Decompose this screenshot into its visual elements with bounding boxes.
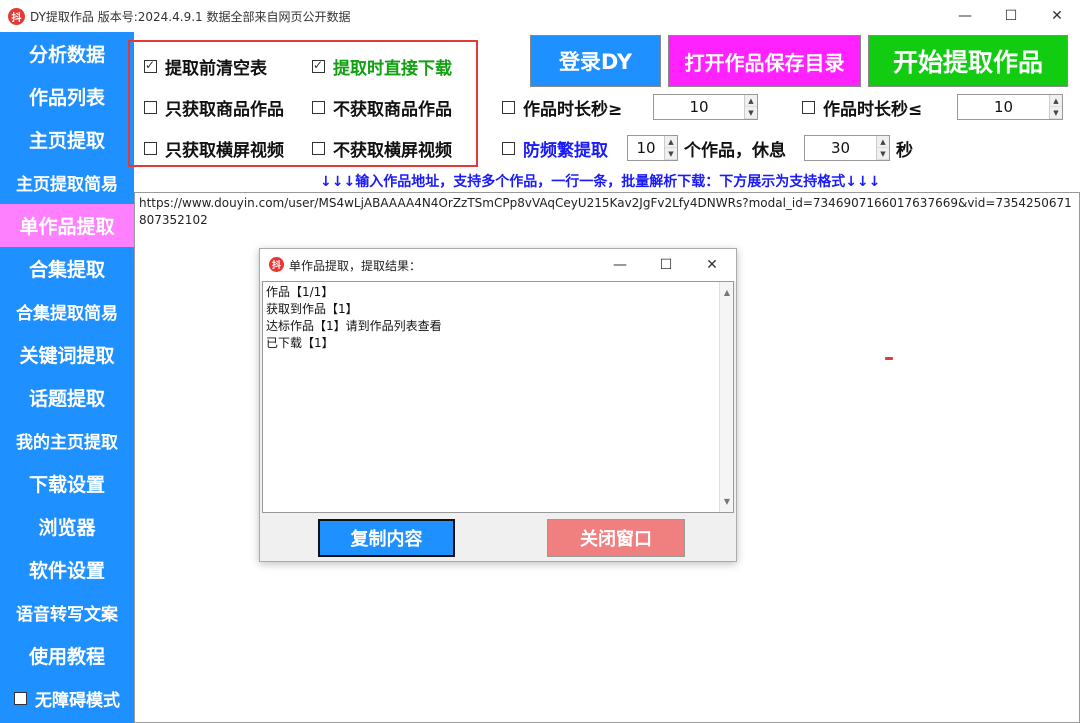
window-title: DY提取作品 版本号:2024.4.9.1 数据全部来自网页公开数据 xyxy=(30,10,351,24)
arrow-up-icon[interactable]: ▲ xyxy=(665,136,677,148)
dialog-minimize-button[interactable]: — xyxy=(597,249,643,281)
anti-freq-rest-stepper[interactable]: 30 ▲ ▼ xyxy=(804,135,890,161)
start-extract-button[interactable]: 开始提取作品 xyxy=(868,35,1068,87)
checkbox-icon xyxy=(502,142,515,155)
close-icon: ✕ xyxy=(1051,8,1063,24)
window-titlebar: 抖 DY提取作品 版本号:2024.4.9.1 数据全部来自网页公开数据 — ☐… xyxy=(0,0,1080,32)
open-save-dir-button[interactable]: 打开作品保存目录 xyxy=(668,35,861,87)
only-landscape-label: 只获取横屏视频 xyxy=(165,141,284,161)
duration-max-stepper[interactable]: 10 ▲ ▼ xyxy=(957,94,1063,120)
close-button[interactable]: ✕ xyxy=(1034,0,1080,32)
sidebar-item-topic-extract[interactable]: 话题提取 xyxy=(0,376,134,419)
sidebar-item-software-settings[interactable]: 软件设置 xyxy=(0,548,134,591)
app-logo-icon: 抖 xyxy=(269,257,284,272)
arrow-down-icon[interactable]: ▼ xyxy=(1050,107,1062,119)
checkbox-icon xyxy=(502,101,515,114)
arrow-up-icon[interactable]: ▲ xyxy=(745,95,757,107)
duration-min-stepper[interactable]: 10 ▲ ▼ xyxy=(653,94,758,120)
anti-freq-count-value: 10 xyxy=(636,139,656,157)
sidebar-item-analysis[interactable]: 分析数据 xyxy=(0,32,134,75)
result-dialog: 抖 单作品提取，提取结果： — ☐ ✕ 作品【1/1】 获取到作品【1】 达标作… xyxy=(259,248,737,562)
anti-freq-rest-value: 30 xyxy=(830,139,851,157)
clear-before-label: 提取前清空表 xyxy=(165,59,267,79)
dialog-scrollbar[interactable]: ▲ ▼ xyxy=(719,282,733,512)
anti-freq-mid-label: 个作品，休息 xyxy=(684,141,786,161)
arrow-down-icon[interactable]: ▼ xyxy=(745,107,757,119)
sidebar-item-home-extract[interactable]: 主页提取 xyxy=(0,118,134,161)
sidebar-item-my-home-extract[interactable]: 我的主页提取 xyxy=(0,419,134,462)
duration-min-checkbox[interactable]: 作品时长秒≥ xyxy=(502,95,622,120)
sidebar-item-keyword-extract[interactable]: 关键词提取 xyxy=(0,333,134,376)
sidebar-item-download-settings[interactable]: 下载设置 xyxy=(0,462,134,505)
checkbox-checked-icon xyxy=(312,58,325,73)
sidebar-item-works-list[interactable]: 作品列表 xyxy=(0,75,134,118)
duration-min-value: 10 xyxy=(689,98,709,116)
sidebar-item-single-extract[interactable]: 单作品提取 xyxy=(0,204,134,247)
dialog-result-text[interactable]: 作品【1/1】 获取到作品【1】 达标作品【1】请到作品列表查看 已下载【1】 … xyxy=(262,281,734,513)
close-window-button[interactable]: 关闭窗口 xyxy=(547,519,685,557)
copy-content-button[interactable]: 复制内容 xyxy=(318,519,455,557)
result-line: 达标作品【1】请到作品列表查看 xyxy=(266,319,442,333)
only-landscape-checkbox[interactable]: 只获取横屏视频 xyxy=(144,136,284,161)
arrow-down-icon[interactable]: ▼ xyxy=(877,148,889,160)
duration-max-value: 10 xyxy=(993,98,1014,116)
download-direct-checkbox[interactable]: 提取时直接下载 xyxy=(312,54,452,79)
dialog-close-button[interactable]: ✕ xyxy=(689,249,735,281)
sidebar: 分析数据 作品列表 主页提取 主页提取简易 单作品提取 合集提取 合集提取简易 … xyxy=(0,32,134,723)
no-goods-label: 不获取商品作品 xyxy=(333,100,452,120)
only-goods-checkbox[interactable]: 只获取商品作品 xyxy=(144,95,284,120)
duration-min-label: 作品时长秒≥ xyxy=(523,100,623,120)
anti-freq-unit-label: 秒 xyxy=(896,141,913,161)
clear-before-checkbox[interactable]: 提取前清空表 xyxy=(144,54,267,79)
checkbox-icon xyxy=(802,101,815,114)
checkbox-icon xyxy=(144,142,157,155)
minimize-icon: — xyxy=(613,257,627,273)
maximize-icon: ☐ xyxy=(1004,8,1018,24)
result-line: 作品【1/1】 xyxy=(266,285,334,299)
duration-max-label: 作品时长秒≤ xyxy=(823,100,923,120)
sidebar-item-speech-transcribe[interactable]: 语音转写文案 xyxy=(0,591,134,634)
only-goods-label: 只获取商品作品 xyxy=(165,100,284,120)
close-icon: ✕ xyxy=(706,257,718,273)
download-direct-label: 提取时直接下载 xyxy=(333,59,452,79)
dialog-titlebar: 抖 单作品提取，提取结果： — ☐ ✕ xyxy=(260,249,736,281)
dialog-maximize-button[interactable]: ☐ xyxy=(643,249,689,281)
duration-max-checkbox[interactable]: 作品时长秒≤ xyxy=(802,95,922,120)
cursor-mark xyxy=(885,357,893,360)
checkbox-icon xyxy=(312,101,325,114)
dialog-title: 单作品提取，提取结果： xyxy=(289,259,422,273)
scroll-down-icon[interactable]: ▼ xyxy=(720,493,734,510)
sidebar-item-collection-extract-simple[interactable]: 合集提取简易 xyxy=(0,290,134,333)
input-hint: ↓↓↓输入作品地址，支持多个作品，一行一条，批量解析下载：下方展示为支持格式↓↓… xyxy=(320,174,881,190)
maximize-icon: ☐ xyxy=(659,257,673,273)
sidebar-item-tutorial[interactable]: 使用教程 xyxy=(0,634,134,677)
checkbox-icon xyxy=(144,101,157,114)
anti-freq-count-stepper[interactable]: 10 ▲ ▼ xyxy=(627,135,678,161)
scroll-up-icon[interactable]: ▲ xyxy=(720,284,734,301)
app-logo-icon: 抖 xyxy=(8,8,25,25)
anti-freq-checkbox[interactable]: 防频繁提取 xyxy=(502,136,608,161)
arrow-up-icon[interactable]: ▲ xyxy=(1050,95,1062,107)
no-landscape-checkbox[interactable]: 不获取横屏视频 xyxy=(312,136,452,161)
no-landscape-label: 不获取横屏视频 xyxy=(333,141,452,161)
no-goods-checkbox[interactable]: 不获取商品作品 xyxy=(312,95,452,120)
anti-freq-label: 防频繁提取 xyxy=(523,141,608,161)
sidebar-item-collection-extract[interactable]: 合集提取 xyxy=(0,247,134,290)
sidebar-item-browser[interactable]: 浏览器 xyxy=(0,505,134,548)
checkbox-icon xyxy=(312,142,325,155)
maximize-button[interactable]: ☐ xyxy=(988,0,1034,32)
login-button[interactable]: 登录DY xyxy=(530,35,661,87)
accessibility-mode-label: 无障碍模式 xyxy=(35,691,120,711)
sidebar-item-home-extract-simple[interactable]: 主页提取简易 xyxy=(0,161,134,204)
checkbox-checked-icon xyxy=(144,58,157,73)
minimize-icon: — xyxy=(958,8,972,24)
result-line: 已下载【1】 xyxy=(266,336,334,350)
accessibility-mode-checkbox[interactable]: 无障碍模式 xyxy=(0,677,134,720)
checkbox-icon xyxy=(14,692,27,705)
minimize-button[interactable]: — xyxy=(942,0,988,32)
result-line: 获取到作品【1】 xyxy=(266,302,358,316)
arrow-down-icon[interactable]: ▼ xyxy=(665,148,677,160)
arrow-up-icon[interactable]: ▲ xyxy=(877,136,889,148)
